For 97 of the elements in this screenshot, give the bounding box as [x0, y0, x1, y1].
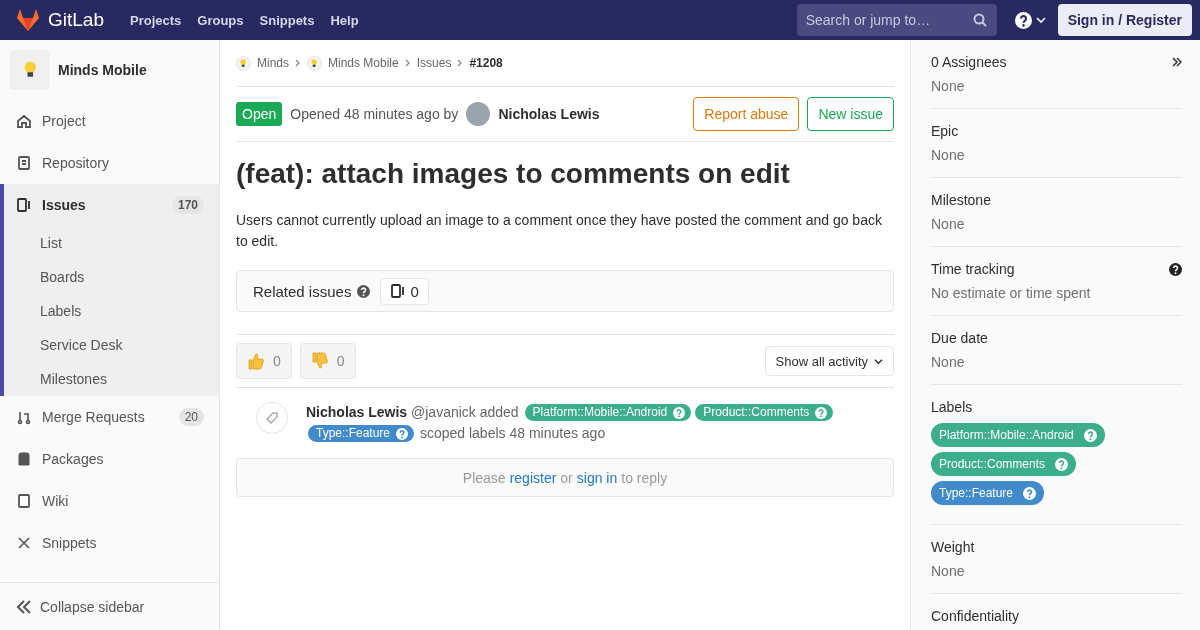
section-value: None [931, 354, 965, 370]
breadcrumb-link[interactable]: Minds [257, 56, 289, 70]
double-chevron-right-icon[interactable] [1172, 57, 1182, 67]
project-name[interactable]: Minds Mobile [58, 62, 147, 78]
merge-request-icon [16, 409, 32, 425]
brand-name[interactable]: GitLab [48, 9, 104, 31]
chevron-down-icon[interactable] [1035, 15, 1046, 25]
sidebar-item[interactable]: Issues 170 [4, 184, 219, 226]
chevron-right-icon [457, 59, 464, 67]
register-link[interactable]: register [509, 469, 557, 486]
sidebar-item[interactable]: Project [4, 100, 219, 142]
breadcrumb-link[interactable]: Minds Mobile [328, 56, 399, 70]
sidebar-item-label: Project [42, 113, 86, 129]
section-title: Labels [931, 399, 973, 415]
sidebar-item[interactable]: Merge Requests 20 [4, 396, 219, 438]
issues-icon [390, 283, 407, 299]
sign-in-button[interactable]: Sign in / Register [1057, 4, 1192, 36]
breadcrumb-link[interactable]: #1208 [469, 56, 503, 70]
nav-link[interactable]: Projects [130, 12, 182, 28]
sidebar-subitem[interactable]: Boards [4, 260, 219, 294]
reaction-count: 0 [273, 353, 281, 369]
section-title: Milestone [931, 192, 991, 208]
section-title: 0 Assignees [931, 54, 1007, 70]
section-value: None [931, 563, 965, 579]
event-text: scoped labels 48 minutes ago [419, 425, 606, 441]
sidebar-subitem[interactable]: List [4, 226, 219, 260]
sidebar-item-label: Snippets [42, 535, 97, 551]
help-icon[interactable] [1014, 11, 1032, 29]
search-icon [972, 13, 987, 27]
sign-in-link[interactable]: sign in [576, 469, 618, 486]
section-title: Due date [931, 330, 988, 346]
sidebar-item[interactable]: Snippets [4, 522, 219, 564]
activity-filter-dropdown[interactable]: Show all activity [764, 346, 894, 376]
count-badge: 170 [171, 196, 204, 214]
sidebar-item[interactable]: Packages [4, 438, 219, 480]
nav-link[interactable]: Snippets [259, 12, 315, 28]
reply-text: to reply [621, 469, 668, 486]
related-count-button[interactable]: 0 [380, 277, 429, 305]
section-title: Confidentiality [931, 608, 1019, 624]
section-value: None [931, 78, 965, 94]
sidebar-subitem[interactable]: Milestones [4, 362, 219, 396]
book-icon [16, 493, 32, 509]
chevron-right-icon [295, 59, 301, 67]
help-icon[interactable] [357, 284, 371, 298]
chevron-right-icon [404, 59, 411, 67]
nav-link[interactable]: Groups [197, 12, 244, 28]
collapse-label: Collapse sidebar [40, 598, 145, 615]
sidebar-item-label: Wiki [42, 493, 69, 509]
section-title: Time tracking [931, 261, 1015, 277]
thumbs-down-icon [310, 352, 329, 370]
nav-link[interactable]: Help [330, 12, 359, 28]
issues-icon [16, 197, 32, 213]
label-tag[interactable]: Type::Feature [931, 481, 1045, 505]
count-badge: 20 [178, 408, 204, 426]
sidebar-subitem[interactable]: Service Desk [4, 328, 219, 362]
sidebar-item-label: Merge Requests [42, 409, 145, 425]
lightbulb-icon [311, 58, 318, 68]
related-issues-label: Related issues [253, 282, 352, 300]
sidebar-item-label: Issues [42, 197, 86, 213]
section-value: None [931, 147, 965, 163]
sidebar-subitem[interactable]: Labels [4, 294, 219, 328]
breadcrumb-link[interactable]: Issues [416, 56, 452, 70]
status-badge: Open [236, 102, 283, 126]
help-icon[interactable] [1169, 262, 1182, 276]
thumbs-up-icon [247, 352, 265, 370]
lightbulb-icon [23, 61, 37, 79]
sidebar-item-label: Repository [42, 155, 109, 171]
related-count: 0 [410, 282, 419, 300]
search-field[interactable]: Search or jump to… [796, 4, 997, 36]
reaction-count: 0 [336, 353, 345, 369]
package-icon [16, 451, 32, 467]
user-avatar[interactable] [466, 102, 491, 126]
activity-filter-label: Show all activity [775, 353, 868, 369]
section-title: Weight [931, 539, 975, 555]
event-text: @javanick added [411, 404, 519, 420]
home-icon [16, 113, 32, 129]
document-icon [16, 155, 32, 171]
sidebar-item[interactable]: Repository [4, 142, 219, 184]
issue-title: (feat): attach images to comments on edit [236, 158, 791, 190]
section-value: None [931, 216, 965, 232]
author-link[interactable]: Nicholas Lewis [498, 106, 600, 122]
fox-logo-icon[interactable] [16, 9, 40, 31]
tag-icon [265, 411, 279, 425]
collapse-sidebar-button[interactable]: Collapse sidebar [0, 582, 219, 630]
event-author[interactable]: Nicholas Lewis [306, 404, 408, 420]
reply-text: Please [462, 469, 506, 486]
issue-description: Users cannot currently upload an image to a comment once they have posted the comment and go back to edit. [236, 211, 883, 251]
section-title: Epic [931, 123, 959, 139]
section-value: No estimate or time spent [931, 285, 1091, 301]
lightbulb-icon [240, 58, 247, 68]
chevron-down-icon [874, 356, 883, 366]
reply-text: or [560, 469, 573, 486]
double-chevron-left-icon [16, 599, 32, 614]
opened-text: Opened 48 minutes ago by [290, 106, 459, 122]
sidebar-item[interactable]: Wiki [4, 480, 219, 522]
sidebar-item-label: Packages [42, 451, 104, 467]
label-tag[interactable]: Type::Feature [308, 425, 415, 442]
